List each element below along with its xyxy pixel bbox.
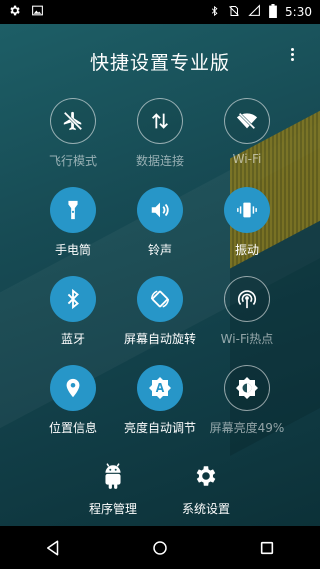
location-icon xyxy=(50,365,96,411)
brightness-icon xyxy=(224,365,270,411)
tile-label: 振动 xyxy=(234,243,259,257)
tile-airplane-mode[interactable]: 飞行模式 xyxy=(25,98,121,169)
tile-ringtone[interactable]: 铃声 xyxy=(112,187,208,258)
tile-vibrate[interactable]: 振动 xyxy=(199,187,295,258)
tile-label: 手电筒 xyxy=(54,243,91,257)
settings-icon xyxy=(193,462,219,494)
back-icon[interactable] xyxy=(23,526,83,569)
system-settings-button[interactable]: 系统设置 xyxy=(156,462,256,517)
bluetooth-icon xyxy=(50,276,96,322)
system-settings-label: 系统设置 xyxy=(181,502,230,516)
screen-rotation-icon xyxy=(137,276,183,322)
more-vert-icon[interactable] xyxy=(284,45,300,63)
brightness-auto-icon xyxy=(137,365,183,411)
tile-flashlight[interactable]: 手电筒 xyxy=(25,187,121,258)
tile-label: 数据连接 xyxy=(135,154,184,168)
tile-label: 蓝牙 xyxy=(60,332,85,346)
signal-icon xyxy=(248,4,261,20)
battery-icon xyxy=(269,3,277,21)
tile-label: 飞行模式 xyxy=(48,154,97,168)
tile-bluetooth[interactable]: 蓝牙 xyxy=(25,276,121,347)
tile-label: Wi-Fi xyxy=(232,152,262,166)
status-bar: 5:30 xyxy=(0,0,320,24)
vibrate-icon xyxy=(224,187,270,233)
tile-label: 屏幕亮度49% xyxy=(209,421,285,435)
flashlight-icon xyxy=(50,187,96,233)
tile-auto-rotate[interactable]: 屏幕自动旋转 xyxy=(112,276,208,347)
tile-label: Wi-Fi热点 xyxy=(220,332,274,346)
tile-data-connection[interactable]: 数据连接 xyxy=(112,98,208,169)
tile-auto-brightness[interactable]: 亮度自动调节 xyxy=(112,365,208,436)
settings-gear-icon xyxy=(8,4,21,20)
bluetooth-status-icon xyxy=(209,4,220,21)
tile-label: 屏幕自动旋转 xyxy=(123,332,196,346)
recents-icon[interactable] xyxy=(237,526,297,569)
tile-label: 亮度自动调节 xyxy=(123,421,196,435)
android-icon xyxy=(100,462,126,494)
home-icon[interactable] xyxy=(130,526,190,569)
volume-icon xyxy=(137,187,183,233)
app-manager-button[interactable]: 程序管理 xyxy=(63,462,163,517)
no-sim-icon xyxy=(228,4,240,21)
airplane-off-icon xyxy=(50,98,96,144)
wifi-off-icon xyxy=(224,98,270,144)
tile-wifi[interactable]: Wi-Fi xyxy=(199,98,295,166)
tile-label: 位置信息 xyxy=(48,421,97,435)
hotspot-icon xyxy=(224,276,270,322)
image-icon xyxy=(31,4,44,20)
tile-wifi-hotspot[interactable]: Wi-Fi热点 xyxy=(199,276,295,347)
app-manager-label: 程序管理 xyxy=(88,502,137,516)
app-title: 快捷设置专业版 xyxy=(89,52,230,74)
tile-label: 铃声 xyxy=(147,243,172,257)
tile-screen-brightness[interactable]: 屏幕亮度49% xyxy=(199,365,295,436)
data-transfer-icon xyxy=(137,98,183,144)
status-time: 5:30 xyxy=(285,5,312,19)
tile-location[interactable]: 位置信息 xyxy=(25,365,121,436)
navigation-bar xyxy=(0,526,320,569)
